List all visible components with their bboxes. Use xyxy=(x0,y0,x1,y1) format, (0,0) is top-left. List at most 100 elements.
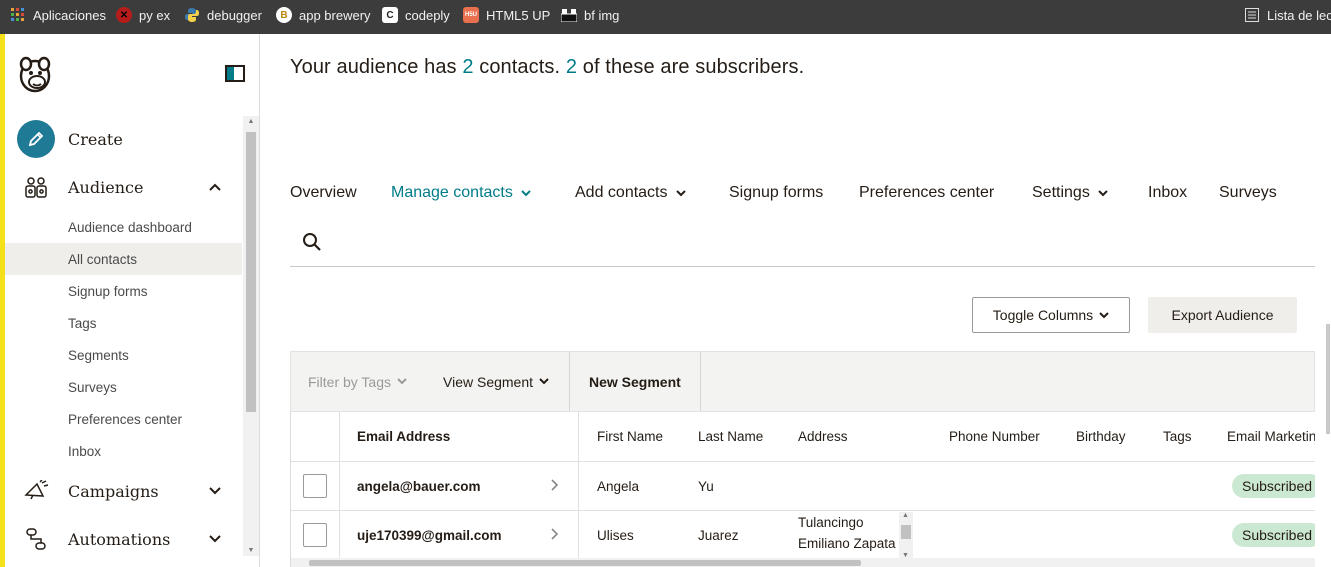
contacts-table: Email Address First Name Last Name Addre… xyxy=(290,412,1315,567)
sidebar-scroll-thumb[interactable] xyxy=(246,132,256,412)
bookmark-debugger[interactable]: debugger xyxy=(184,0,262,30)
table-scroll-thumb[interactable] xyxy=(309,560,861,566)
tab-add-contacts[interactable]: Add contacts xyxy=(575,184,686,202)
tab-inbox[interactable]: Inbox xyxy=(1148,184,1187,202)
column-header-phone[interactable]: Phone Number xyxy=(949,412,1040,461)
tab-label: Preferences center xyxy=(859,184,995,201)
tab-settings[interactable]: Settings xyxy=(1032,184,1108,202)
scroll-up-arrow[interactable]: ▲ xyxy=(902,512,909,519)
scroll-down-arrow[interactable]: ▼ xyxy=(243,547,259,554)
nav-campaigns[interactable]: Campaigns xyxy=(17,471,221,511)
contact-email[interactable]: uje170399@gmail.com xyxy=(357,511,502,560)
bf-img-icon xyxy=(561,7,577,23)
sidebar-item-label: All contacts xyxy=(68,251,138,267)
sidebar-item-inbox[interactable]: Inbox xyxy=(5,435,242,467)
page-scrollbar[interactable] xyxy=(1325,34,1331,567)
tab-label: Add contacts xyxy=(575,184,668,201)
chevron-right-icon[interactable] xyxy=(551,527,559,545)
column-header-email-marketing[interactable]: Email Marketin xyxy=(1227,412,1315,461)
export-audience-button[interactable]: Export Audience xyxy=(1148,297,1297,333)
address-scrollbar[interactable]: ▲ ▼ xyxy=(899,512,913,559)
sidebar-item-segments[interactable]: Segments xyxy=(5,339,242,371)
bookmark-html5up[interactable]: H5U HTML5 UP xyxy=(463,0,550,30)
bookmark-label: py ex xyxy=(139,7,171,23)
column-header-email[interactable]: Email Address xyxy=(357,412,450,461)
nav-automations[interactable]: Automations xyxy=(17,519,221,559)
column-header-tags[interactable]: Tags xyxy=(1163,412,1192,461)
sidebar-collapse-button[interactable] xyxy=(225,65,245,82)
address-line: Emiliano Zapata xyxy=(798,536,896,551)
sidebar-item-label: Inbox xyxy=(68,443,102,459)
filter-divider xyxy=(700,352,701,411)
toggle-columns-button[interactable]: Toggle Columns xyxy=(972,297,1130,333)
new-segment-label: New Segment xyxy=(589,373,681,390)
tab-label: Manage contacts xyxy=(391,184,513,201)
page-scroll-thumb[interactable] xyxy=(1326,324,1330,434)
status-badge: Subscribed xyxy=(1232,474,1315,498)
tab-preferences-center[interactable]: Preferences center xyxy=(859,184,994,202)
summary-suffix: of these are subscribers. xyxy=(582,56,805,78)
address-line: Tulancingo xyxy=(798,515,864,530)
chevron-down-icon xyxy=(209,531,221,547)
email-text: angela@bauer.com xyxy=(357,479,481,494)
column-label: First Name xyxy=(597,429,664,444)
sidebar-item-preferences-center[interactable]: Preferences center xyxy=(5,403,242,435)
bookmark-bf-img[interactable]: bf img xyxy=(561,0,619,30)
nav-create[interactable]: Create xyxy=(17,119,123,159)
row-checkbox[interactable] xyxy=(303,523,327,547)
sidebar-item-all-contacts[interactable]: All contacts xyxy=(5,243,242,275)
column-header-last-name[interactable]: Last Name xyxy=(698,412,763,461)
tab-overview[interactable]: Overview xyxy=(290,184,357,202)
sidebar-scrollbar[interactable]: ▲ ▼ xyxy=(243,116,259,556)
bookmark-aplicaciones[interactable]: Aplicaciones xyxy=(10,0,106,30)
new-segment-button[interactable]: New Segment xyxy=(589,352,681,411)
search-icon[interactable] xyxy=(302,232,322,257)
contact-first-name: Ulises xyxy=(597,511,634,560)
summary-middle: contacts. xyxy=(479,56,561,78)
column-header-birthday[interactable]: Birthday xyxy=(1076,412,1126,461)
mailchimp-logo[interactable] xyxy=(15,54,55,94)
chevron-down-icon xyxy=(675,189,686,196)
chevron-down-icon xyxy=(539,378,549,385)
sidebar-item-label: Preferences center xyxy=(68,411,183,427)
tab-manage-contacts[interactable]: Manage contacts xyxy=(391,184,531,202)
sidebar-item-audience-dashboard[interactable]: Audience dashboard xyxy=(5,211,242,243)
contact-email[interactable]: angela@bauer.com xyxy=(357,462,480,511)
sidebar-item-surveys[interactable]: Surveys xyxy=(5,371,242,403)
nav-create-label: Create xyxy=(68,129,123,149)
chevron-down-icon xyxy=(397,378,407,385)
table-horizontal-scrollbar[interactable] xyxy=(291,558,1315,567)
chevron-down-icon xyxy=(1098,189,1108,196)
column-label: Tags xyxy=(1163,429,1192,444)
sidebar-item-label: Tags xyxy=(68,315,97,331)
bookmark-app-brewery[interactable]: B app brewery xyxy=(276,0,371,30)
column-header-first-name[interactable]: First Name xyxy=(597,412,663,461)
first-name-text: Ulises xyxy=(597,528,634,543)
column-label: Address xyxy=(798,429,848,444)
nav-automations-label: Automations xyxy=(68,529,171,549)
automations-icon xyxy=(17,527,55,551)
pencil-icon xyxy=(17,120,55,158)
bookmark-codeply[interactable]: C codeply xyxy=(382,0,450,30)
address-scroll-thumb[interactable] xyxy=(901,525,911,539)
sidebar-item-signup-forms[interactable]: Signup forms xyxy=(5,275,242,307)
contact-first-name: Angela xyxy=(597,462,639,511)
view-segment-dropdown[interactable]: View Segment xyxy=(443,352,549,411)
audience-summary: Your audience has 2 contacts. 2 of these… xyxy=(290,56,804,79)
bookmark-label: Aplicaciones xyxy=(33,7,106,23)
first-name-text: Angela xyxy=(597,479,640,494)
email-text: uje170399@gmail.com xyxy=(357,528,502,543)
sidebar-item-tags[interactable]: Tags xyxy=(5,307,242,339)
py-ex-icon: ✕ xyxy=(116,7,132,23)
tab-signup-forms[interactable]: Signup forms xyxy=(729,184,823,202)
scroll-up-arrow[interactable]: ▲ xyxy=(243,118,259,125)
tab-surveys[interactable]: Surveys xyxy=(1219,184,1277,202)
filter-by-tags-dropdown[interactable]: Filter by Tags xyxy=(308,352,407,411)
nav-audience[interactable]: Audience xyxy=(17,167,221,207)
chevron-right-icon[interactable] xyxy=(551,478,559,496)
bookmark-py-ex[interactable]: ✕ py ex xyxy=(116,0,170,30)
row-checkbox[interactable] xyxy=(303,474,327,498)
contacts-count: 2 xyxy=(462,56,474,78)
column-header-address[interactable]: Address xyxy=(798,412,848,461)
reading-list[interactable]: Lista de lect xyxy=(1244,0,1331,30)
